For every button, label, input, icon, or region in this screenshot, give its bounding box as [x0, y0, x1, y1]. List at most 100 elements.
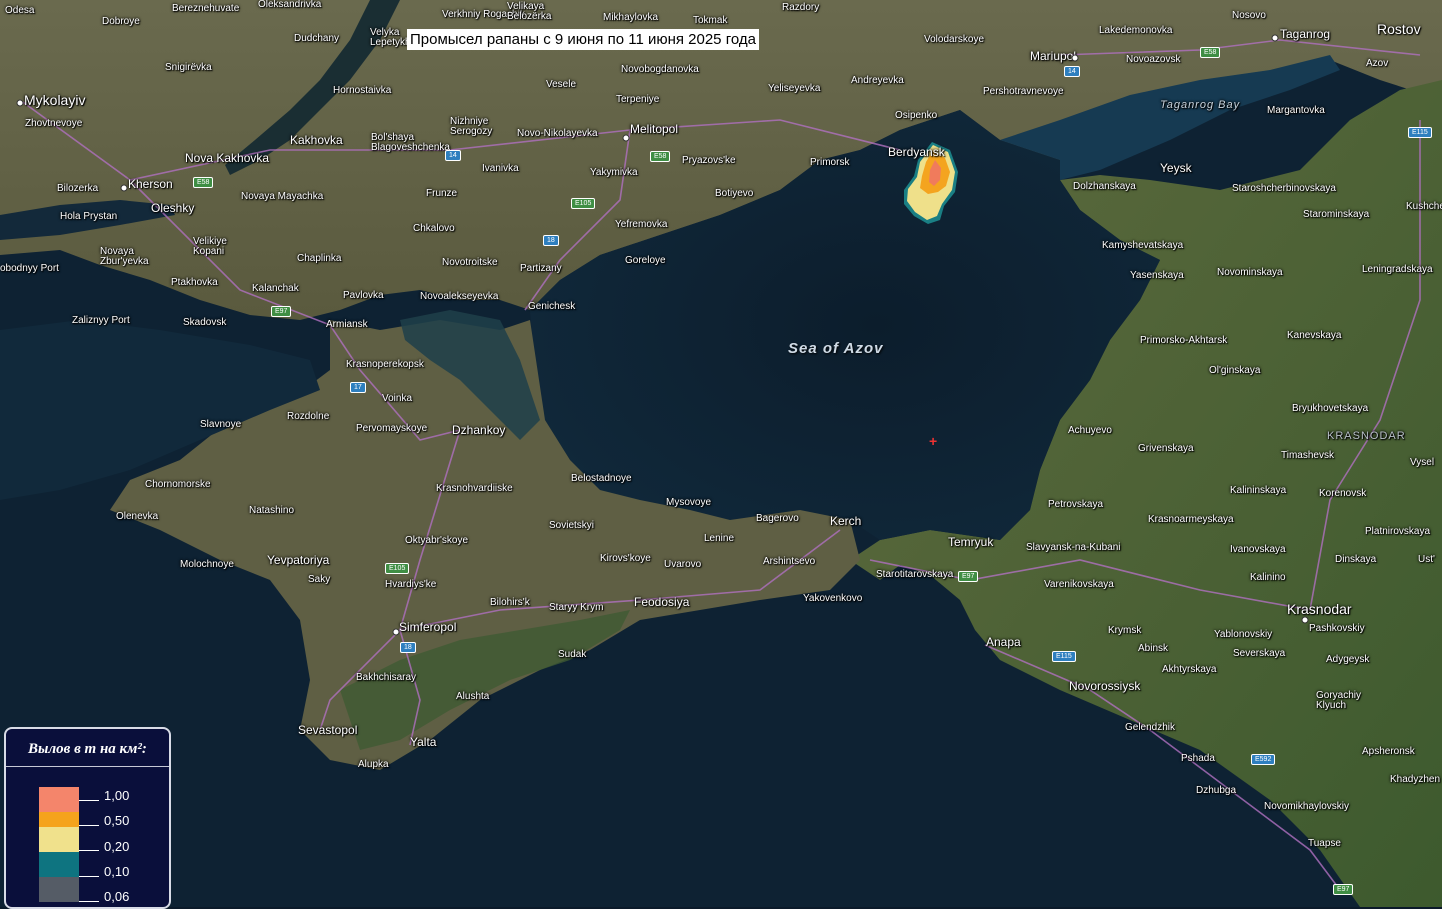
label-kalininskaya: Kalininskaya: [1230, 485, 1287, 496]
city-dot-mykolaiv: [16, 99, 24, 107]
label-goryachiy-klyuch: Goryachiy Klyuch: [1316, 690, 1362, 711]
map-title: Промысел рапаны с 9 июня по 11 июня 2025…: [407, 29, 759, 50]
route-shield-icon: E592: [1251, 754, 1276, 765]
label-azov: Azov: [1366, 58, 1389, 69]
legend-tick: [79, 825, 99, 826]
label-yeysk: Yeysk: [1160, 161, 1192, 175]
label-novomikhaylovskiy: Novomikhaylovskiy: [1264, 801, 1350, 812]
legend-swatch-1: [39, 787, 79, 812]
label-razdory: Razdory: [782, 2, 820, 13]
label-osipenko: Osipenko: [895, 110, 938, 121]
label-rozdolne: Rozdolne: [287, 411, 330, 422]
legend-value-4: 0,10: [104, 864, 130, 879]
label-snigirevka: Snigirëvka: [165, 62, 212, 73]
label-krasnodar: Krasnodar: [1287, 601, 1352, 617]
route-shield-icon: E105: [385, 563, 410, 574]
label-rostov: Rostov: [1377, 21, 1421, 37]
label-alupka: Alupka: [358, 759, 389, 770]
legend-swatch-5: [39, 877, 79, 902]
label-bakhchisaray: Bakhchisaray: [356, 672, 417, 683]
satellite-map[interactable]: [0, 0, 1442, 907]
label-platnirovskaya: Platnirovskaya: [1365, 526, 1431, 537]
label-taganrog-bay: Taganrog Bay: [1160, 99, 1241, 111]
label-starotitarovskaya: Starotitarovskaya: [876, 569, 954, 580]
label-gelendzhik: Gelendzhik: [1125, 722, 1176, 733]
label-yakovenkovo: Yakovenkovo: [803, 593, 863, 604]
legend-swatch-4: [39, 852, 79, 877]
label-molochnoye: Molochnoye: [180, 559, 234, 570]
label-petrovskaya: Petrovskaya: [1048, 499, 1104, 510]
label-varenikovskaya: Varenikovskaya: [1044, 579, 1114, 590]
city-dot-mariupol: [1071, 54, 1079, 62]
label-nosovo: Nosovo: [1232, 10, 1266, 21]
legend-tick: [79, 850, 99, 851]
route-shield-icon: E97: [958, 571, 979, 582]
label-uvarovo: Uvarovo: [664, 559, 702, 570]
label-volodarskoye: Volodarskoye: [924, 34, 985, 45]
label-bolshaya: Bol'shaya Blagoveshchenka: [371, 132, 450, 153]
label-melitopol: Melitopol: [630, 122, 679, 136]
label-andreyevka: Andreyevka: [851, 75, 904, 86]
label-yasenskaya: Yasenskaya: [1130, 270, 1184, 281]
label-pryazovske: Pryazovs'ke: [682, 155, 736, 166]
route-shield-icon: E115: [1052, 651, 1076, 662]
label-bilohirsk: Bilohirs'k: [490, 597, 530, 608]
label-margantovka: Margantovka: [1267, 105, 1325, 116]
label-chaplinka: Chaplinka: [297, 253, 342, 264]
label-akhtyrskaya: Akhtyrskaya: [1162, 664, 1217, 675]
label-novorossiysk: Novorossiysk: [1069, 679, 1141, 693]
label-temryuk: Temryuk: [948, 535, 994, 549]
label-terpeniye: Terpeniye: [616, 94, 660, 105]
label-partizany: Partizany: [520, 263, 562, 274]
label-ivanivka: Ivanivka: [482, 163, 519, 174]
label-taganrog: Taganrog: [1280, 27, 1331, 41]
label-frunze: Frunze: [426, 188, 458, 199]
route-shield-icon: E115: [1408, 127, 1432, 138]
label-korenovsk: Korenovsk: [1319, 488, 1367, 499]
label-dinskaya: Dinskaya: [1335, 554, 1377, 565]
city-dot-taganrog: [1271, 34, 1279, 42]
legend-value-5: 0,06: [104, 889, 130, 904]
label-belostadnoye: Belostadnoye: [571, 473, 632, 484]
label-novobogdanovka: Novobogdanovka: [621, 64, 699, 75]
label-slavyansk: Slavyansk-na-Kubani: [1026, 542, 1121, 553]
label-krasnodar-region: KRASNODAR: [1327, 430, 1406, 442]
label-pavlovka: Pavlovka: [343, 290, 384, 301]
label-staroshcherbinovskaya: Staroshcherbinovskaya: [1232, 183, 1336, 194]
label-oleshky: Oleshky: [151, 201, 195, 215]
label-olginskaya: Ol'ginskaya: [1209, 365, 1261, 376]
label-chornomorske: Chornomorske: [145, 479, 211, 490]
city-dot-kherson: [120, 184, 128, 192]
label-abinsk: Abinsk: [1138, 643, 1169, 654]
label-novaya-mayachka: Novaya Mayachka: [241, 191, 324, 202]
label-chkalovo: Chkalovo: [413, 223, 455, 234]
label-staryy-krym: Staryy Krym: [549, 602, 604, 613]
route-shield-icon: E58: [1200, 47, 1221, 58]
label-pershotravnevoye: Pershotravnevoye: [983, 86, 1064, 97]
label-mikhaylovka: Mikhaylovka: [603, 12, 659, 23]
label-nizhniye: Nizhniye Serogozy: [450, 116, 493, 137]
label-yefremovka: Yefremovka: [615, 219, 668, 230]
label-achuyevo: Achuyevo: [1068, 425, 1112, 436]
label-tuapse: Tuapse: [1308, 838, 1341, 849]
label-velikiye-kopani: Velikiye Kopani: [193, 236, 227, 257]
route-shield-icon: E58: [650, 151, 671, 162]
route-shield-icon: E97: [271, 306, 292, 317]
label-berdyansk: Berdyansk: [888, 145, 945, 159]
label-bilozerka: Bilozerka: [57, 183, 99, 194]
label-pshada: Pshada: [1181, 753, 1215, 764]
label-oktyabrskoye: Oktyabr'skoye: [405, 535, 469, 546]
legend-tick: [79, 901, 99, 902]
label-novominskaya: Novominskaya: [1217, 267, 1283, 278]
label-krasnoarmeyskaya: Krasnoarmeyskaya: [1148, 514, 1234, 525]
label-botiyevo: Botiyevo: [715, 188, 754, 199]
label-dzhubga: Dzhubga: [1196, 785, 1237, 796]
label-dudchany: Dudchany: [294, 33, 340, 44]
label-zhovtnevoye: Zhovtnevoye: [25, 118, 83, 129]
label-alushta: Alushta: [456, 691, 490, 702]
route-shield-icon: 17: [350, 382, 366, 393]
label-hvardiyske: Hvardiys'ke: [385, 579, 437, 590]
city-dot-melitopol: [622, 134, 630, 142]
route-shield-icon: 14: [445, 150, 461, 161]
label-ptakhovka: Ptakhovka: [171, 277, 218, 288]
